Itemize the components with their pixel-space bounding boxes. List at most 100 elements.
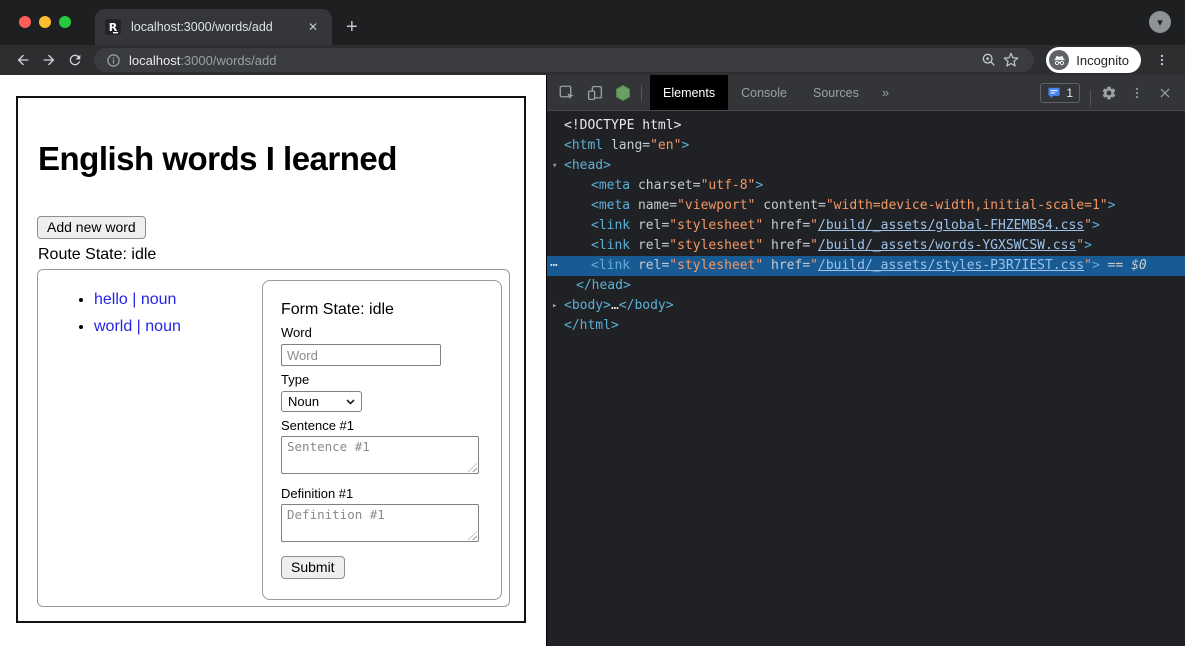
code-token: <meta [591,198,630,213]
devtools-code-line[interactable]: <meta name="viewport" content="width=dev… [547,196,1185,216]
devtools-code-line[interactable]: ⋯<link rel="stylesheet" href="/build/_as… [547,256,1185,276]
devtools-code-line[interactable]: <meta charset="utf-8"> [547,176,1185,196]
browser-tab[interactable]: R localhost:3000/words/add ✕ [95,9,332,45]
inspect-cursor-icon [558,84,576,102]
tab-console[interactable]: Console [728,75,800,110]
code-token: > [681,138,689,153]
content-area: English words I learned Add new word Rou… [0,75,1185,646]
add-word-form: Form State: idle Word Type Noun Sentence… [262,280,502,600]
devtools-code-line[interactable]: ▸<body>…</body> [547,296,1185,316]
page-title: English words I learned [38,140,524,178]
tab-strip: R localhost:3000/words/add ✕ + ▾ [0,0,1185,45]
tab-sources[interactable]: Sources [800,75,872,110]
toolbar-divider [641,85,642,101]
web-page: English words I learned Add new word Rou… [0,75,546,646]
code-token: content= [755,198,825,213]
code-token: <link [591,238,630,253]
code-token: "stylesheet" [669,218,763,233]
definition-textarea-wrap [281,504,479,542]
code-token: "utf-8" [701,178,756,193]
code-token: /build/_assets/words-YGXSWCSW.css [818,238,1076,253]
code-token: "viewport" [677,198,755,213]
issues-count: 1 [1066,86,1073,100]
devtools-code-line[interactable]: <!DOCTYPE html> [547,116,1185,136]
reload-button[interactable] [62,47,88,73]
sentence-label: Sentence #1 [281,418,483,433]
url-bar[interactable]: localhost:3000/words/add [94,48,1034,72]
incognito-icon [1049,50,1069,70]
route-state-text: Route State: idle [38,246,524,264]
devtools-code-line[interactable]: <html lang="en"> [547,136,1185,156]
code-token: "width=device-width,initial-scale=1" [826,198,1108,213]
code-token: <html [564,138,603,153]
code-token: <meta [591,178,630,193]
code-token: <link [591,218,630,233]
submit-button[interactable]: Submit [281,556,345,579]
expand-arrow-icon[interactable]: ▸ [552,296,557,316]
word-link-world[interactable]: world | noun [94,318,181,335]
node-debug-button[interactable] [609,75,637,110]
add-new-word-button[interactable]: Add new word [37,216,146,239]
inspect-element-button[interactable] [553,75,581,110]
devtools-toolbar: Elements Console Sources » 1 [547,75,1185,111]
devtools-close-button[interactable] [1151,75,1179,110]
code-token: </head> [576,278,631,293]
code-token: " [810,238,818,253]
minimize-window-button[interactable] [39,16,51,28]
devtools-menu-button[interactable] [1123,75,1151,110]
device-toolbar-button[interactable] [581,75,609,110]
code-token: <head> [564,158,611,173]
issues-counter-button[interactable]: 1 [1040,83,1080,103]
incognito-badge: Incognito [1046,47,1141,73]
sentence-textarea[interactable] [281,436,479,474]
devtools-toolbar-right: 1 [1040,75,1185,110]
type-select[interactable]: Noun [281,391,362,412]
form-state-text: Form State: idle [281,301,483,319]
code-token: > [1108,198,1116,213]
zoom-button[interactable] [978,47,1000,73]
code-token: name= [630,198,677,213]
gear-icon [1101,85,1117,101]
close-window-button[interactable] [19,16,31,28]
tab-close-icon[interactable]: ✕ [304,20,322,34]
chevron-down-icon [346,399,355,405]
tab-title: localhost:3000/words/add [131,20,304,34]
forward-button[interactable] [36,47,62,73]
code-token: charset= [630,178,700,193]
word-input[interactable] [281,344,441,366]
selected-line-gutter-dots[interactable]: ⋯ [550,256,558,276]
back-button[interactable] [10,47,36,73]
more-tabs-button[interactable]: » [872,75,899,110]
code-token: > [1084,238,1092,253]
devtools-code-line[interactable]: </html> [547,316,1185,336]
devtools-code-line[interactable]: ▾ <head> [547,156,1185,176]
app-container: English words I learned Add new word Rou… [16,96,526,623]
devtools-panel: Elements Console Sources » 1 [546,75,1185,646]
code-token: "stylesheet" [669,258,763,273]
remix-favicon-icon: R [105,19,121,35]
device-toolbar-icon [586,84,604,102]
browser-window: R localhost:3000/words/add ✕ + ▾ localho… [0,0,1185,646]
devtools-code-line[interactable]: <link rel="stylesheet" href="/build/_ass… [547,236,1185,256]
code-token: lang= [603,138,650,153]
code-token: > [1092,258,1100,273]
bookmark-button[interactable] [1000,47,1022,73]
browser-menu-button[interactable] [1149,47,1175,73]
devtools-settings-button[interactable] [1095,75,1123,110]
code-token: <!DOCTYPE html> [564,118,681,133]
word-link-hello[interactable]: hello | noun [94,291,176,308]
code-token: /build/_assets/styles-P3R7IEST.css [818,258,1084,273]
devtools-code-line[interactable]: <link rel="stylesheet" href="/build/_ass… [547,216,1185,236]
page-info-icon[interactable] [106,53,121,68]
type-select-value: Noun [288,394,319,409]
tab-search-button[interactable]: ▾ [1149,11,1171,33]
words-panel: hello | noun world | noun Form State: id… [37,269,510,607]
definition-textarea[interactable] [281,504,479,542]
incognito-label: Incognito [1076,53,1129,68]
new-tab-button[interactable]: + [346,17,358,37]
toolbar-divider [1090,90,1091,106]
expand-arrow-icon[interactable]: ▾ [552,156,557,176]
maximize-window-button[interactable] [59,16,71,28]
devtools-code-line[interactable]: </head> [547,276,1185,296]
tab-elements[interactable]: Elements [650,75,728,110]
